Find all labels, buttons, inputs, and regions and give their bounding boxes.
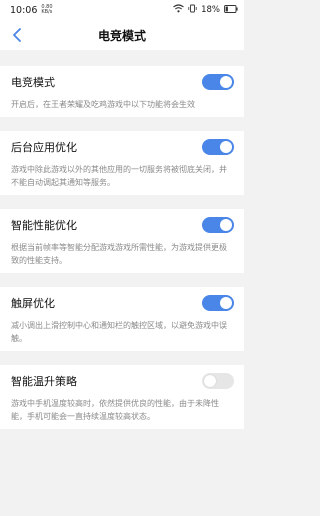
setting-description: 根据当前帧率等智能分配游戏游戏所需性能，为游戏提供更极致的性能支持。 xyxy=(0,241,244,273)
setting-description: 开启后，在王者荣耀及吃鸡游戏中以下功能将会生效 xyxy=(0,98,244,117)
toggle-switch[interactable] xyxy=(202,295,234,311)
setting-row[interactable]: 触屏优化 xyxy=(0,287,244,319)
chevron-left-icon xyxy=(13,28,21,42)
header: 电竞模式 xyxy=(0,20,244,50)
battery-icon xyxy=(224,4,238,16)
toggle-switch[interactable] xyxy=(202,217,234,233)
status-left: 10:06 0.80 KB/s xyxy=(10,5,53,16)
setting-description: 游戏中手机温度较高时，依然提供优良的性能，由于未降性能，手机可能会一直持续温度较… xyxy=(0,397,244,429)
setting-description: 减小调出上滑控制中心和通知栏的触控区域，以避免游戏中误触。 xyxy=(0,319,244,351)
setting-row[interactable]: 后台应用优化 xyxy=(0,131,244,163)
setting-title: 后台应用优化 xyxy=(11,141,77,154)
setting-title: 触屏优化 xyxy=(11,297,55,310)
setting-smart-performance: 智能性能优化 根据当前帧率等智能分配游戏游戏所需性能，为游戏提供更极致的性能支持… xyxy=(0,209,244,273)
network-speed-unit: KB/s xyxy=(41,9,53,15)
status-time: 10:06 xyxy=(10,4,38,16)
vibrate-icon xyxy=(188,4,197,16)
toggle-knob xyxy=(220,219,232,231)
toggle-switch[interactable] xyxy=(202,74,234,90)
setting-title: 智能性能优化 xyxy=(11,219,77,232)
setting-background-app-optimization: 后台应用优化 游戏中除此游戏以外的其他应用的一切服务将被彻底关闭，并不能自动调起… xyxy=(0,131,244,195)
toggle-switch[interactable] xyxy=(202,139,234,155)
wifi-icon xyxy=(173,4,184,16)
settings-list: 电竞模式 开启后，在王者荣耀及吃鸡游戏中以下功能将会生效 后台应用优化 游戏中除… xyxy=(0,50,244,429)
toggle-switch[interactable] xyxy=(202,373,234,389)
setting-row[interactable]: 智能温升策略 xyxy=(0,365,244,397)
setting-row[interactable]: 电竞模式 xyxy=(0,66,244,98)
setting-smart-thermal-strategy: 智能温升策略 游戏中手机温度较高时，依然提供优良的性能，由于未降性能，手机可能会… xyxy=(0,365,244,429)
toggle-knob xyxy=(220,297,232,309)
page-title: 电竞模式 xyxy=(97,28,146,43)
setting-row[interactable]: 智能性能优化 xyxy=(0,209,244,241)
status-right: 18% xyxy=(173,4,238,16)
network-speed: 0.80 KB/s xyxy=(41,5,52,15)
setting-esports-mode: 电竞模式 开启后，在王者荣耀及吃鸡游戏中以下功能将会生效 xyxy=(0,66,244,117)
back-button[interactable] xyxy=(8,26,26,44)
toggle-knob xyxy=(204,375,216,387)
toggle-knob xyxy=(220,141,232,153)
setting-description: 游戏中除此游戏以外的其他应用的一切服务将被彻底关闭，并不能自动调起其通知等服务。 xyxy=(0,163,244,195)
battery-percentage: 18% xyxy=(201,5,220,15)
setting-touch-optimization: 触屏优化 减小调出上滑控制中心和通知栏的触控区域，以避免游戏中误触。 xyxy=(0,287,244,351)
setting-title: 电竞模式 xyxy=(11,76,55,89)
status-bar: 10:06 0.80 KB/s 18% xyxy=(0,0,244,20)
toggle-knob xyxy=(220,76,232,88)
setting-title: 智能温升策略 xyxy=(11,375,77,388)
